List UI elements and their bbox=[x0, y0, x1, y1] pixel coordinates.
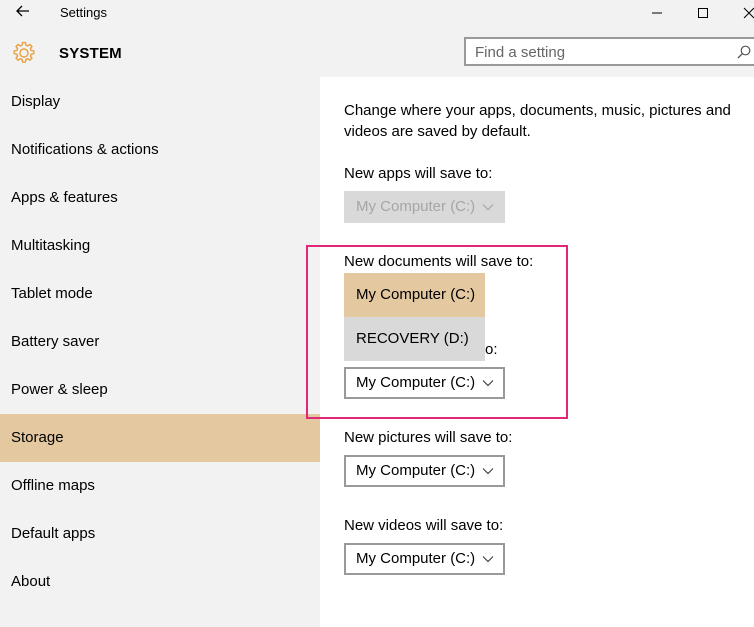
dropdown-value: My Computer (C:) bbox=[356, 198, 476, 215]
sidebar-item-offline-maps[interactable]: Offline maps bbox=[0, 462, 320, 510]
sidebar-item-label: Storage bbox=[11, 429, 64, 446]
pictures-save-label: New pictures will save to: bbox=[344, 429, 513, 446]
pictures-save-dropdown[interactable]: My Computer (C:) bbox=[344, 455, 505, 487]
description-text: Change where your apps, documents, music… bbox=[344, 102, 731, 140]
sidebar-item-default-apps[interactable]: Default apps bbox=[0, 510, 320, 558]
sidebar-item-tablet-mode[interactable]: Tablet mode bbox=[0, 270, 320, 318]
sidebar-item-apps-features[interactable]: Apps & features bbox=[0, 174, 320, 222]
annotation-highlight-box bbox=[306, 245, 568, 419]
sidebar-item-label: Battery saver bbox=[11, 333, 100, 350]
chevron-down-icon bbox=[482, 556, 494, 563]
sidebar-item-label: Power & sleep bbox=[11, 381, 108, 398]
apps-save-label: New apps will save to: bbox=[344, 165, 493, 182]
sidebar-item-label: About bbox=[11, 573, 51, 590]
sidebar-item-battery-saver[interactable]: Battery saver bbox=[0, 318, 320, 366]
search-input[interactable] bbox=[475, 42, 735, 62]
back-button[interactable] bbox=[9, 2, 37, 24]
sidebar-item-label: Display bbox=[11, 93, 61, 110]
dropdown-value: My Computer (C:) bbox=[356, 550, 476, 567]
window-title: Settings bbox=[60, 5, 107, 20]
close-icon bbox=[743, 7, 754, 19]
sidebar-item-power-sleep[interactable]: Power & sleep bbox=[0, 366, 320, 414]
close-button[interactable] bbox=[726, 0, 754, 27]
sidebar: Display Notifications & actions Apps & f… bbox=[0, 77, 320, 627]
videos-save-label: New videos will save to: bbox=[344, 517, 504, 534]
dropdown-value: My Computer (C:) bbox=[356, 462, 476, 479]
chevron-down-icon bbox=[482, 468, 494, 475]
minimize-button[interactable] bbox=[634, 0, 680, 27]
sidebar-item-multitasking[interactable]: Multitasking bbox=[0, 222, 320, 270]
minimize-icon bbox=[652, 12, 662, 14]
section-title: SYSTEM bbox=[59, 45, 122, 62]
sidebar-item-label: Default apps bbox=[11, 525, 96, 542]
sidebar-item-label: Multitasking bbox=[11, 237, 91, 254]
search-box[interactable] bbox=[464, 37, 754, 66]
sidebar-item-label: Offline maps bbox=[11, 477, 95, 494]
page-header: SYSTEM bbox=[0, 27, 754, 77]
sidebar-item-display[interactable]: Display bbox=[0, 78, 320, 126]
sidebar-item-about[interactable]: About bbox=[0, 558, 320, 606]
sidebar-item-label: Tablet mode bbox=[11, 285, 93, 302]
chevron-down-icon bbox=[482, 204, 494, 211]
sidebar-item-label: Apps & features bbox=[11, 189, 118, 206]
maximize-button[interactable] bbox=[680, 0, 726, 27]
videos-save-dropdown[interactable]: My Computer (C:) bbox=[344, 543, 505, 575]
sidebar-item-label: Notifications & actions bbox=[11, 141, 159, 158]
sidebar-item-notifications[interactable]: Notifications & actions bbox=[0, 126, 320, 174]
maximize-icon bbox=[698, 8, 708, 18]
back-arrow-icon bbox=[16, 5, 29, 17]
apps-save-dropdown: My Computer (C:) bbox=[344, 191, 505, 223]
title-bar: Settings bbox=[0, 0, 754, 27]
gear-icon bbox=[13, 41, 35, 63]
search-icon[interactable] bbox=[737, 45, 751, 59]
sidebar-item-storage[interactable]: Storage bbox=[0, 414, 320, 462]
